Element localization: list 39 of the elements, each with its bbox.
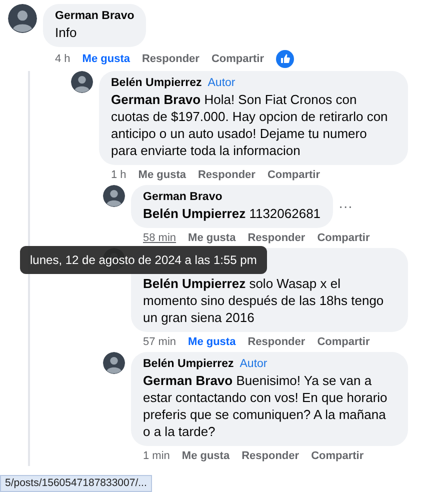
reply-link[interactable]: Responder — [198, 168, 256, 182]
share-link[interactable]: Compartir — [311, 449, 364, 463]
comment-text: German Bravo Buenisimo! Ya se van a estar contactando con vos! En que horario preferis que se comuniquen? A la mañana o a la tarde? — [143, 372, 388, 440]
reply-link[interactable]: Responder — [248, 335, 306, 349]
avatar[interactable] — [8, 4, 37, 33]
timestamp-link[interactable]: 58 min — [143, 231, 176, 245]
share-link[interactable]: Compartir — [317, 335, 370, 349]
reply-link[interactable]: Responder — [248, 231, 306, 245]
timestamp-link[interactable]: 57 min — [143, 335, 176, 349]
more-options-button[interactable]: ··· — [338, 196, 353, 217]
like-link[interactable]: Me gusta — [188, 231, 236, 245]
comment-text: Belén Umpierrez solo Wasap x el momento sino después de las 18hs tengo un gran siena 2016 — [143, 275, 385, 326]
timestamp-link[interactable]: 1 h — [111, 168, 126, 182]
like-link[interactable]: Me gusta — [82, 52, 130, 66]
share-link[interactable]: Compartir — [317, 231, 370, 245]
author-label: Autor — [208, 77, 236, 89]
like-link[interactable]: Me gusta — [188, 335, 236, 349]
author-label: Autor — [240, 358, 268, 370]
comment-text: Info — [55, 24, 78, 41]
tooltip: lunes, 12 de agosto de 2024 a las 1:55 pm — [20, 246, 267, 274]
share-link[interactable]: Compartir — [211, 52, 264, 66]
avatar[interactable] — [71, 71, 93, 93]
author-name[interactable]: German Bravo — [143, 191, 222, 203]
avatar[interactable] — [103, 185, 125, 207]
share-link[interactable]: Compartir — [267, 168, 320, 182]
timestamp-link[interactable]: 4 h — [55, 52, 70, 66]
like-link[interactable]: Me gusta — [182, 449, 230, 463]
like-link[interactable]: Me gusta — [138, 168, 186, 182]
author-name[interactable]: German Bravo — [55, 10, 134, 22]
author-name[interactable]: Belén Umpierrez — [111, 77, 202, 89]
reply-link[interactable]: Responder — [242, 449, 300, 463]
reply-link[interactable]: Responder — [142, 52, 200, 66]
avatar[interactable] — [103, 352, 125, 374]
comment-text: German Bravo Hola! Son Fiat Cronos con cuotas de $197.000. Hay opcion de retirarlo con anticipo o un auto usado! Dejame tu numero para enviarte toda la informacion — [111, 91, 389, 159]
status-bar-url: 5/posts/1560547187833007/... — [0, 475, 152, 492]
timestamp-link[interactable]: 1 min — [143, 449, 170, 463]
author-name[interactable]: Belén Umpierrez — [143, 358, 234, 370]
comment-text: Belén Umpierrez 1132062681 — [143, 205, 321, 222]
like-reaction-icon[interactable] — [276, 50, 294, 68]
